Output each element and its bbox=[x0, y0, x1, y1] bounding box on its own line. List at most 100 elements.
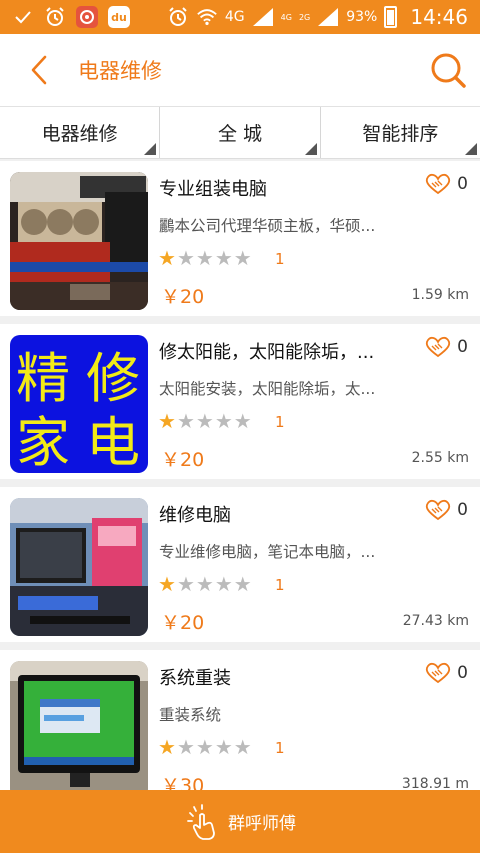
status-bar: du 4G 4G 2G 93% 14:46 bbox=[0, 0, 480, 34]
favorite-button[interactable]: 0 bbox=[425, 499, 468, 521]
filter-label: 智能排序 bbox=[362, 123, 439, 145]
item-name: 系统重装 bbox=[159, 668, 231, 689]
rating-stars: ★ ★ ★ ★ ★ bbox=[158, 410, 252, 432]
favorite-button[interactable]: 0 bbox=[425, 336, 468, 358]
signal-strength-icon bbox=[317, 6, 339, 28]
handshake-heart-icon bbox=[426, 499, 451, 521]
call-masters-button[interactable]: 群呼师傅 bbox=[0, 790, 480, 853]
item-name: 修太阳能，太阳能除垢，... bbox=[159, 342, 375, 363]
star-icon: ★ bbox=[233, 409, 252, 433]
item-distance: 2.55 km bbox=[411, 450, 469, 466]
dropdown-corner-icon bbox=[464, 143, 477, 155]
star-icon: ★ bbox=[158, 572, 176, 596]
sign-char: 电 bbox=[86, 411, 140, 473]
favorite-button[interactable]: 0 bbox=[425, 662, 468, 684]
favorite-count: 0 bbox=[457, 500, 468, 520]
star-icon: ★ bbox=[214, 572, 233, 596]
battery-percent: 93% bbox=[346, 9, 378, 25]
tap-hand-icon bbox=[187, 803, 215, 840]
star-icon: ★ bbox=[233, 246, 252, 270]
wifi-icon bbox=[196, 6, 218, 28]
network-type-label: 4G bbox=[224, 9, 245, 25]
filter-area[interactable]: 全 城 bbox=[160, 107, 321, 158]
rating-stars: ★ ★ ★ ★ ★ bbox=[158, 247, 252, 269]
item-description: 鸝本公司代理华硕主板，华硕... bbox=[159, 217, 376, 235]
rating-count: 1 bbox=[275, 250, 285, 268]
rating-stars: ★ ★ ★ ★ ★ bbox=[158, 573, 252, 595]
item-description: 重装系统 bbox=[159, 706, 222, 724]
star-icon: ★ bbox=[158, 735, 176, 759]
list-item[interactable]: 维修电脑 专业维修电脑，笔记本电脑，... ★ ★ ★ ★ ★ 1 ￥20 27… bbox=[0, 487, 480, 650]
item-distance: 1.59 km bbox=[411, 287, 469, 303]
star-icon: ★ bbox=[176, 246, 195, 270]
clock-time: 14:46 bbox=[410, 5, 468, 29]
filter-category[interactable]: 电器维修 bbox=[0, 107, 161, 158]
star-icon: ★ bbox=[158, 409, 176, 433]
item-thumbnail: 精 修 家 电 bbox=[10, 335, 148, 473]
alarm-clock-icon bbox=[44, 6, 66, 28]
star-icon: ★ bbox=[214, 409, 233, 433]
list-item[interactable]: 系统重装 重装系统 ★ ★ ★ ★ ★ 1 ￥30 318.91 m 0 bbox=[0, 650, 480, 791]
network-type-label: 2G bbox=[298, 12, 311, 22]
item-price: ￥20 bbox=[161, 286, 205, 308]
item-price: ￥20 bbox=[161, 449, 205, 471]
item-thumbnail bbox=[10, 661, 148, 791]
list-item[interactable]: 专业组装电脑 鸝本公司代理华硕主板，华硕... ★ ★ ★ ★ ★ 1 ￥20 … bbox=[0, 161, 480, 324]
item-description: 太阳能安装，太阳能除垢，太... bbox=[159, 380, 376, 398]
battery-icon bbox=[384, 6, 398, 28]
item-price: ￥20 bbox=[161, 612, 205, 634]
favorite-button[interactable]: 0 bbox=[425, 173, 468, 195]
item-price: ￥30 bbox=[161, 775, 205, 791]
check-icon bbox=[12, 6, 34, 28]
du-app-icon: du bbox=[108, 6, 130, 28]
star-icon: ★ bbox=[176, 572, 195, 596]
rating-count: 1 bbox=[275, 739, 285, 757]
favorite-count: 0 bbox=[457, 663, 468, 683]
dropdown-corner-icon bbox=[304, 143, 317, 155]
favorite-count: 0 bbox=[457, 174, 468, 194]
search-icon bbox=[431, 53, 466, 88]
favorite-count: 0 bbox=[457, 337, 468, 357]
filter-bar: 电器维修 全 城 智能排序 bbox=[0, 107, 480, 159]
handshake-heart-icon bbox=[426, 336, 451, 358]
star-icon: ★ bbox=[176, 409, 195, 433]
star-icon: ★ bbox=[233, 735, 252, 759]
star-icon: ★ bbox=[158, 246, 176, 270]
item-thumbnail bbox=[10, 172, 148, 310]
call-masters-label: 群呼师傅 bbox=[228, 814, 296, 834]
star-icon: ★ bbox=[195, 572, 214, 596]
alarm-clock-icon bbox=[167, 6, 189, 28]
star-icon: ★ bbox=[214, 246, 233, 270]
dropdown-corner-icon bbox=[144, 143, 157, 155]
item-description: 专业维修电脑，笔记本电脑，... bbox=[159, 543, 376, 561]
item-name: 维修电脑 bbox=[159, 505, 231, 526]
star-icon: ★ bbox=[233, 572, 252, 596]
star-icon: ★ bbox=[176, 735, 195, 759]
rating-count: 1 bbox=[275, 413, 285, 431]
page-title: 电器维修 bbox=[78, 59, 162, 83]
filter-label: 全 城 bbox=[217, 123, 263, 145]
back-button[interactable] bbox=[0, 34, 78, 107]
filter-label: 电器维修 bbox=[41, 123, 118, 145]
star-icon: ★ bbox=[195, 735, 214, 759]
list-item[interactable]: 精 修 家 电 修太阳能，太阳能除垢，... 太阳能安装，太阳能除垢，太... … bbox=[0, 324, 480, 487]
service-list: 专业组装电脑 鸝本公司代理华硕主板，华硕... ★ ★ ★ ★ ★ 1 ￥20 … bbox=[0, 161, 480, 791]
item-name: 专业组装电脑 bbox=[159, 179, 267, 200]
sign-char: 家 bbox=[16, 411, 70, 473]
rating-count: 1 bbox=[275, 576, 285, 594]
search-button[interactable] bbox=[416, 34, 480, 107]
filter-sort[interactable]: 智能排序 bbox=[321, 107, 480, 158]
signal-strength-icon bbox=[252, 6, 274, 28]
handshake-heart-icon bbox=[426, 173, 451, 195]
star-icon: ★ bbox=[195, 409, 214, 433]
star-icon: ★ bbox=[214, 735, 233, 759]
chevron-left-icon bbox=[31, 55, 47, 85]
item-distance: 318.91 m bbox=[401, 776, 469, 791]
sign-char: 精 bbox=[16, 347, 70, 410]
sign-char: 修 bbox=[86, 347, 140, 410]
network-type-label: 4G bbox=[280, 12, 292, 22]
item-thumbnail bbox=[10, 498, 148, 636]
handshake-heart-icon bbox=[426, 662, 451, 684]
rating-stars: ★ ★ ★ ★ ★ bbox=[158, 736, 252, 758]
app-notification-icon bbox=[76, 6, 98, 28]
